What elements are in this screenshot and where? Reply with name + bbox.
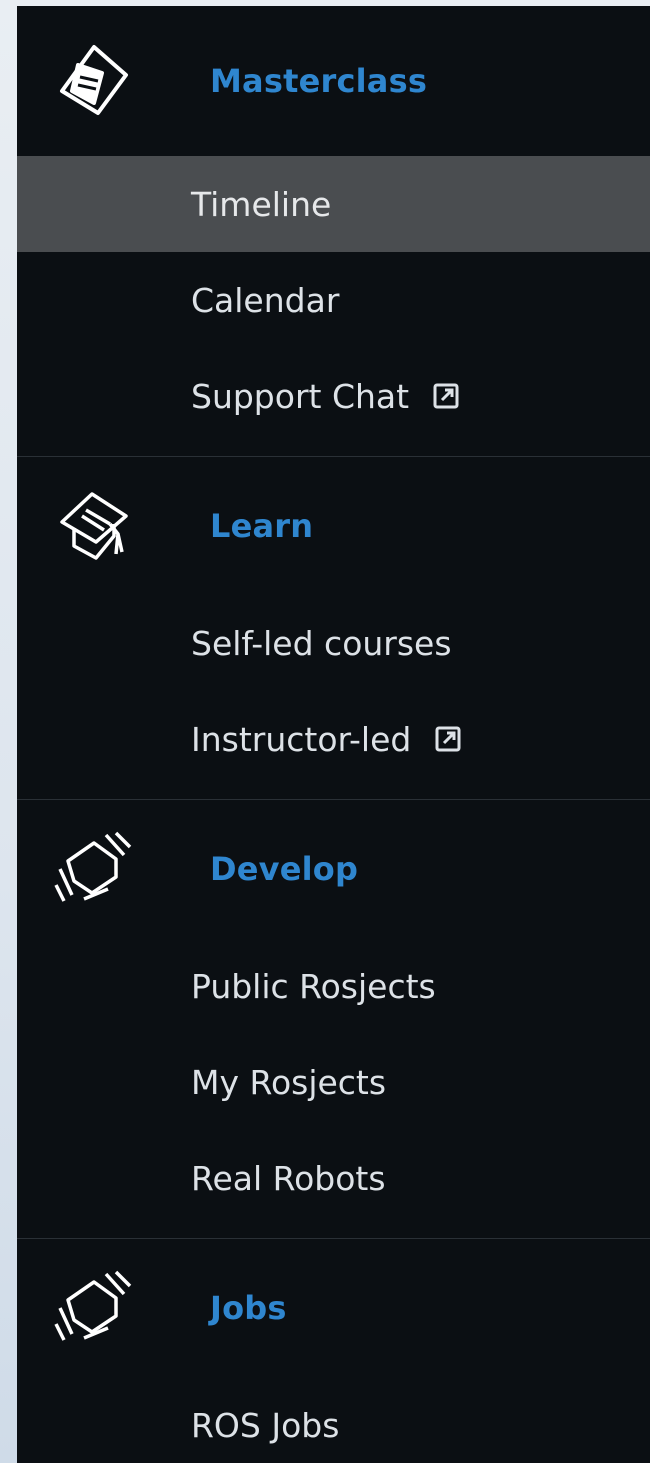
sidebar-nav: Masterclass Timeline Calendar Support Ch… (17, 6, 650, 1463)
page-background: Masterclass Timeline Calendar Support Ch… (0, 0, 650, 1463)
nav-item-my-rosjects[interactable]: My Rosjects (17, 1034, 650, 1130)
section-title-develop: Develop (210, 850, 359, 888)
nav-item-label: Instructor-led (191, 719, 412, 759)
section-header-develop[interactable]: Develop (17, 800, 650, 938)
nav-item-real-robots[interactable]: Real Robots (17, 1130, 650, 1226)
nav-item-support-chat[interactable]: Support Chat (17, 348, 650, 444)
section-header-masterclass[interactable]: Masterclass (17, 6, 650, 156)
nav-item-ros-jobs[interactable]: ROS Jobs (17, 1377, 650, 1463)
nav-item-label: Self-led courses (191, 623, 452, 663)
section-develop: Develop Public Rosjects My Rosjects Real… (17, 800, 650, 1239)
nav-item-self-led-courses[interactable]: Self-led courses (17, 595, 650, 691)
graduation-cap-icon (49, 481, 139, 571)
masterclass-icon (49, 36, 139, 126)
section-learn: Learn Self-led courses Instructor-led (17, 457, 650, 800)
section-title-masterclass: Masterclass (210, 62, 428, 100)
external-link-icon (431, 381, 461, 411)
nav-item-label: Real Robots (191, 1158, 386, 1198)
section-title-jobs: Jobs (210, 1289, 287, 1327)
nav-item-label: Public Rosjects (191, 966, 436, 1006)
develop-icon (49, 824, 139, 914)
section-header-jobs[interactable]: Jobs (17, 1239, 650, 1377)
nav-item-label: My Rosjects (191, 1062, 387, 1102)
nav-item-public-rosjects[interactable]: Public Rosjects (17, 938, 650, 1034)
jobs-icon (49, 1263, 139, 1353)
nav-item-instructor-led[interactable]: Instructor-led (17, 691, 650, 787)
nav-item-label: Support Chat (191, 376, 410, 416)
section-header-learn[interactable]: Learn (17, 457, 650, 595)
section-jobs: Jobs ROS Jobs (17, 1239, 650, 1463)
nav-item-label: Timeline (191, 184, 332, 224)
nav-item-timeline[interactable]: Timeline (17, 156, 650, 252)
nav-item-label: ROS Jobs (191, 1405, 340, 1445)
section-masterclass: Masterclass Timeline Calendar Support Ch… (17, 6, 650, 457)
external-link-icon (433, 724, 463, 754)
section-title-learn: Learn (210, 507, 314, 545)
nav-item-calendar[interactable]: Calendar (17, 252, 650, 348)
nav-item-label: Calendar (191, 280, 340, 320)
